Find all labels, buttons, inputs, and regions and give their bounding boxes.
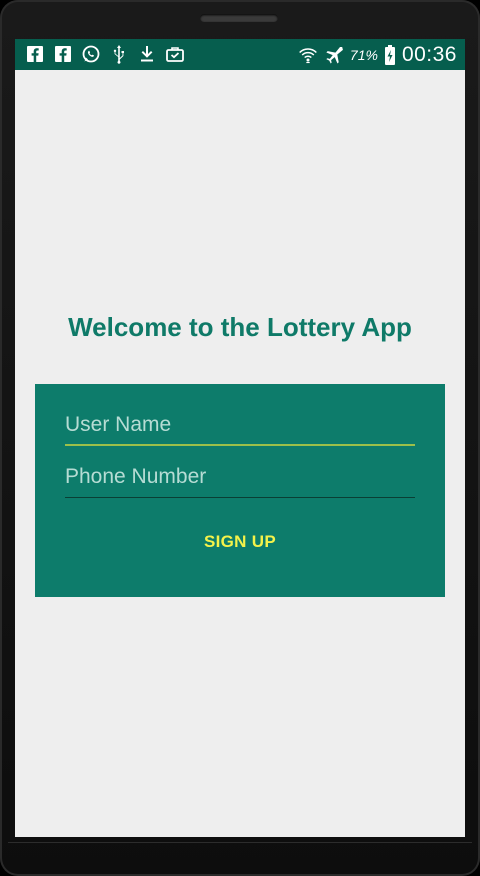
- system-status: 71% 00:36: [298, 39, 457, 70]
- wifi-icon: [298, 45, 318, 65]
- device-bottom-bezel: [8, 842, 472, 871]
- work-bag-icon: [165, 44, 185, 64]
- whatsapp-icon: [81, 44, 101, 64]
- clock-time: 00:36: [401, 42, 457, 66]
- phone-number-input[interactable]: [65, 458, 415, 496]
- phone-field-wrapper: [65, 458, 415, 498]
- page-title: Welcome to the Lottery App: [68, 312, 412, 342]
- airplane-mode-icon: [324, 45, 344, 65]
- sign-up-button[interactable]: SIGN UP: [180, 524, 300, 560]
- status-bar: 71% 00:36: [15, 39, 465, 70]
- speaker-grille: [200, 14, 278, 22]
- facebook-icon: [53, 44, 73, 64]
- device-frame: 71% 00:36 Welcome to the Lottery App Use…: [0, 0, 480, 876]
- username-field-wrapper: [65, 406, 415, 446]
- username-underline: [65, 444, 415, 446]
- battery-percent: 71%: [349, 46, 378, 63]
- usb-icon: [109, 44, 129, 64]
- signup-form: SIGN UP: [35, 384, 445, 597]
- app-screen: 71% 00:36 Welcome to the Lottery App Use…: [15, 39, 465, 837]
- battery-charging-icon: [384, 44, 396, 65]
- facebook-icon: [25, 44, 45, 64]
- phone-underline: [65, 497, 415, 498]
- download-icon: [137, 44, 157, 64]
- username-input[interactable]: [65, 406, 415, 444]
- notification-icons: [25, 44, 185, 64]
